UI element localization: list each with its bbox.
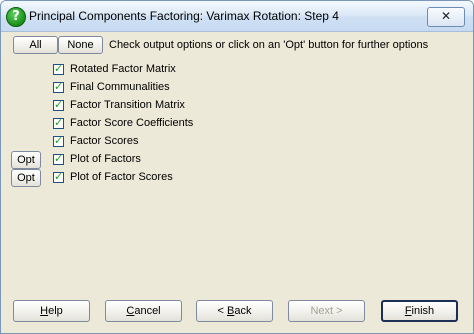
instructions-text: Check output options or click on an 'Opt… bbox=[109, 39, 429, 51]
checkbox[interactable]: ✓ bbox=[53, 61, 64, 75]
cancel-button[interactable]: Cancel bbox=[105, 300, 182, 322]
checkbox[interactable]: ✓ bbox=[53, 97, 64, 111]
back-label: ack bbox=[234, 305, 252, 317]
option-label: Final Communalities bbox=[70, 81, 170, 93]
close-button[interactable]: ✕ bbox=[427, 7, 465, 27]
checkbox[interactable]: ✓ bbox=[53, 169, 64, 183]
checkbox[interactable]: ✓ bbox=[53, 151, 64, 165]
option-plot-of-factors[interactable]: ✓ Plot of Factors bbox=[53, 152, 141, 166]
checkmark-icon: ✓ bbox=[54, 79, 64, 93]
cancel-label: ancel bbox=[134, 305, 161, 317]
next-button[interactable]: Next > bbox=[288, 300, 365, 322]
option-factor-transition-matrix[interactable]: ✓ Factor Transition Matrix bbox=[53, 98, 185, 112]
option-label: Factor Scores bbox=[70, 135, 139, 147]
option-rotated-factor-matrix[interactable]: ✓ Rotated Factor Matrix bbox=[53, 62, 176, 76]
none-button[interactable]: None bbox=[58, 36, 103, 54]
checkmark-icon: ✓ bbox=[54, 61, 64, 75]
close-icon: ✕ bbox=[440, 9, 452, 23]
help-button[interactable]: Help bbox=[13, 300, 90, 322]
title-bar[interactable]: ? Principal Components Factoring: Varima… bbox=[1, 1, 473, 32]
opt-button-plot-of-factors[interactable]: Opt bbox=[11, 151, 41, 169]
option-factor-scores[interactable]: ✓ Factor Scores bbox=[53, 134, 138, 148]
checkmark-icon: ✓ bbox=[54, 151, 64, 165]
finish-accel: F bbox=[404, 305, 412, 317]
checkbox[interactable]: ✓ bbox=[53, 115, 64, 129]
dialog-window: ? Principal Components Factoring: Varima… bbox=[0, 0, 474, 334]
option-label: Rotated Factor Matrix bbox=[70, 63, 176, 75]
back-prefix: < bbox=[217, 305, 227, 317]
checkbox[interactable]: ✓ bbox=[53, 79, 64, 93]
option-label: Plot of Factors bbox=[70, 153, 141, 165]
all-button[interactable]: All bbox=[13, 36, 58, 54]
option-label: Plot of Factor Scores bbox=[70, 171, 173, 183]
checkmark-icon: ✓ bbox=[54, 97, 64, 111]
back-button[interactable]: < Back bbox=[196, 300, 273, 322]
option-plot-of-factor-scores[interactable]: ✓ Plot of Factor Scores bbox=[53, 170, 173, 184]
help-accel: H bbox=[40, 305, 49, 317]
checkmark-icon: ✓ bbox=[54, 115, 64, 129]
finish-label: inish bbox=[411, 305, 435, 317]
checkmark-icon: ✓ bbox=[54, 133, 64, 147]
option-label: Factor Transition Matrix bbox=[70, 99, 185, 111]
checkbox[interactable]: ✓ bbox=[53, 133, 64, 147]
opt-button-plot-of-factor-scores[interactable]: Opt bbox=[11, 169, 41, 187]
window-title: Principal Components Factoring: Varimax … bbox=[29, 9, 339, 23]
option-final-communalities[interactable]: ✓ Final Communalities bbox=[53, 80, 170, 94]
finish-button[interactable]: Finish bbox=[381, 300, 458, 322]
option-factor-score-coefficients[interactable]: ✓ Factor Score Coefficients bbox=[53, 116, 193, 130]
question-icon: ? bbox=[6, 7, 26, 27]
checkmark-icon: ✓ bbox=[54, 169, 64, 183]
help-label: elp bbox=[48, 305, 63, 317]
option-label: Factor Score Coefficients bbox=[70, 117, 194, 129]
